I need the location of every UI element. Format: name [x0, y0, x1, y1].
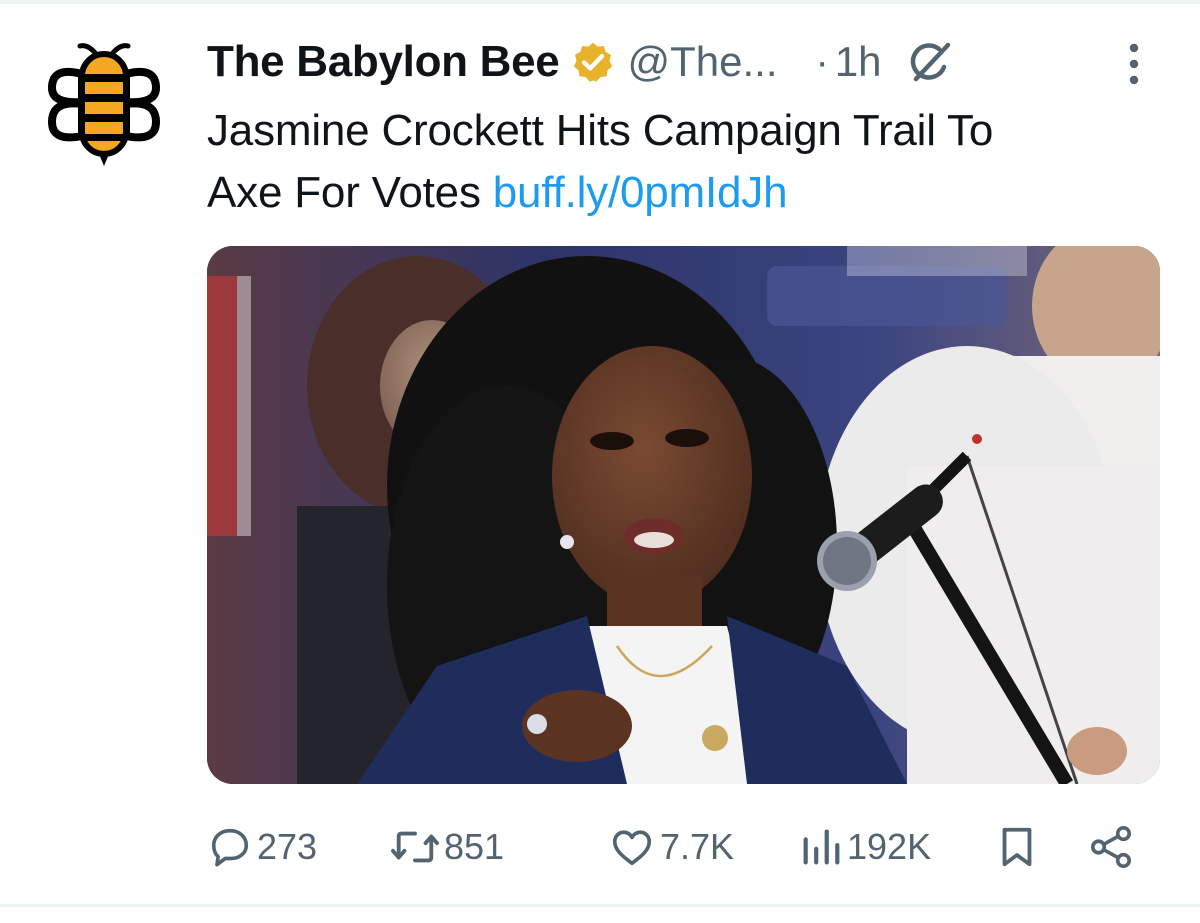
repost-button[interactable]: 851 — [390, 815, 504, 879]
reply-icon — [211, 828, 249, 867]
tweet-header: The Babylon Bee @The... · 1h — [207, 30, 1177, 94]
tweet-text-line-2: Axe For Votes buff.ly/0pmIdJh — [207, 162, 1167, 224]
like-button[interactable]: 7.7K — [608, 815, 734, 879]
views-button[interactable]: 192K — [799, 815, 931, 879]
like-count: 7.7K — [660, 826, 735, 867]
author-display-name[interactable]: The Babylon Bee — [207, 37, 560, 87]
timestamp-separator: · — [815, 39, 829, 84]
tweet-text: Jasmine Crockett Hits Campaign Trail To … — [207, 100, 1167, 224]
bookmark-icon — [1002, 827, 1032, 867]
reply-button[interactable]: 273 — [207, 815, 317, 879]
bottom-divider — [0, 904, 1200, 907]
views-count: 192K — [847, 826, 932, 867]
tweet-timestamp[interactable]: 1h — [835, 38, 882, 86]
tweet-link[interactable]: buff.ly/0pmIdJh — [493, 168, 788, 217]
author-handle[interactable]: @The... — [627, 38, 777, 86]
photo-illustration — [207, 246, 1160, 784]
tweet-text-line-1: Jasmine Crockett Hits Campaign Trail To — [207, 106, 994, 155]
grok-icon[interactable] — [904, 37, 954, 87]
bookmark-button[interactable] — [997, 815, 1037, 879]
tweet-action-bar: 273 851 7.7K 192K — [207, 815, 1167, 879]
views-chart-icon — [803, 829, 840, 865]
reply-count: 273 — [257, 826, 318, 867]
tweet-text-line-2-prefix: Axe For Votes — [207, 168, 493, 217]
repost-count: 851 — [444, 826, 505, 867]
share-icon — [1090, 826, 1132, 868]
bee-logo-icon — [48, 43, 160, 166]
tweet-media-image[interactable] — [207, 246, 1160, 784]
tweet-screen: The Babylon Bee @The... · 1h Jasmine Cro… — [0, 0, 1200, 923]
verified-badge-icon[interactable] — [571, 40, 615, 84]
author-avatar[interactable] — [44, 40, 164, 166]
repost-icon — [391, 831, 439, 863]
top-divider — [0, 0, 1200, 4]
heart-icon — [612, 830, 652, 866]
more-options-icon[interactable] — [1120, 38, 1148, 90]
share-button[interactable] — [1087, 815, 1135, 879]
